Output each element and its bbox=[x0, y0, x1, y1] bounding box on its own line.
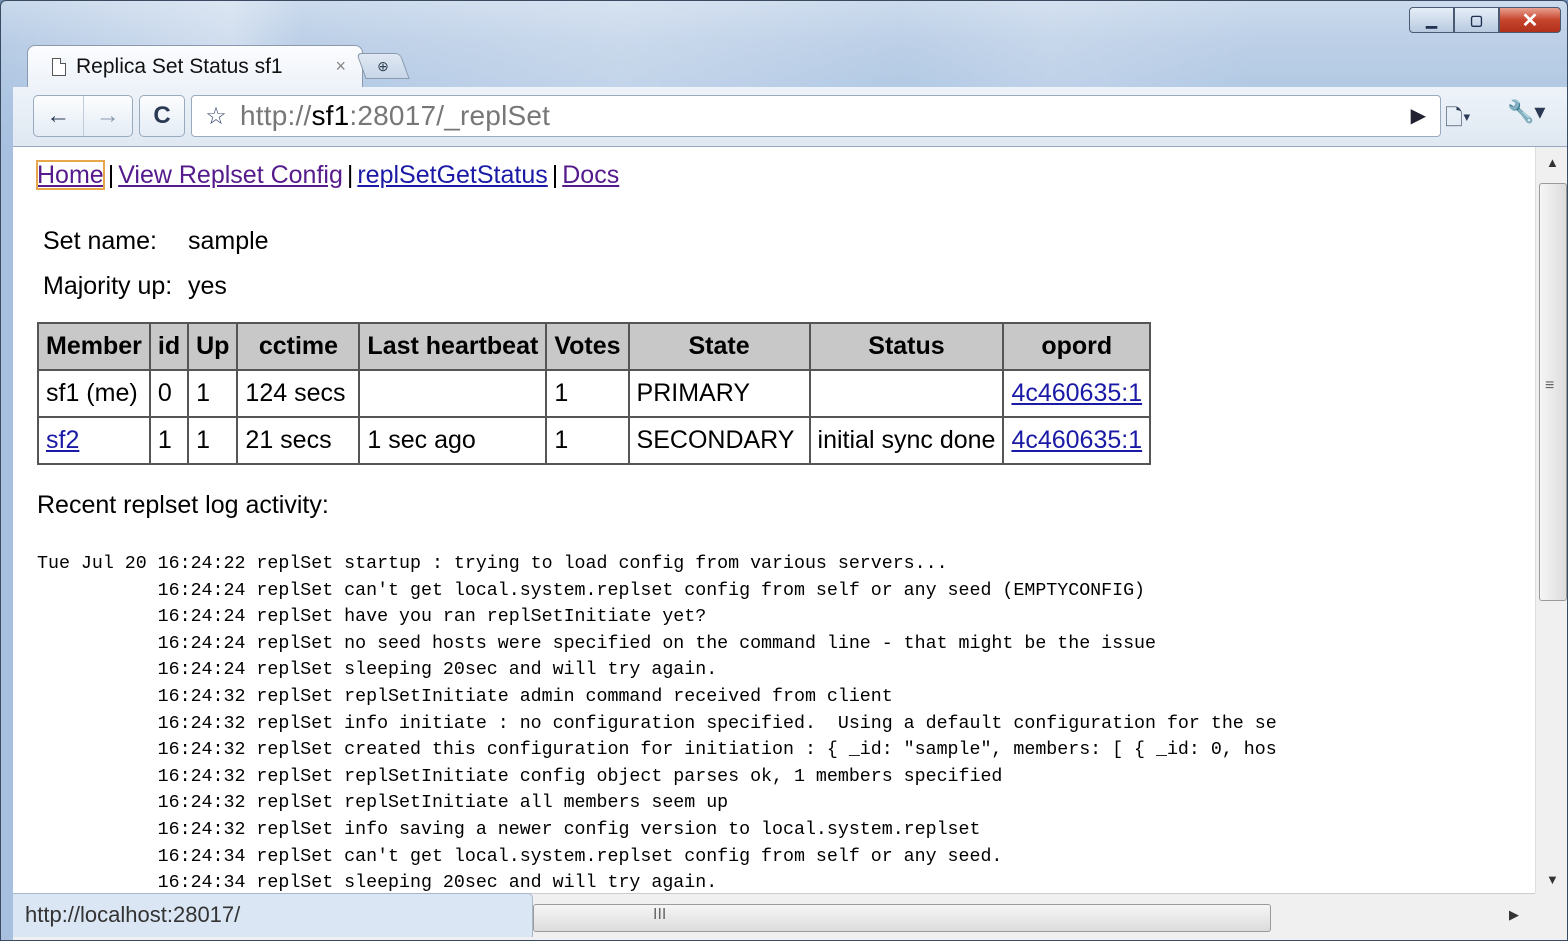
log-line: 16:24:32 replSet info initiate : no conf… bbox=[37, 713, 1277, 734]
cctime-cell: 124 secs bbox=[236, 369, 361, 418]
table-row: sf2 1 1 21 secs 1 sec ago 1 SECONDARY in… bbox=[37, 416, 1152, 465]
log-line: 16:24:32 replSet info saving a newer con… bbox=[37, 819, 981, 840]
table-row: sf1 (me) 0 1 124 secs 1 PRIMARY 4c460635… bbox=[37, 369, 1152, 418]
log-output: Tue Jul 20 16:24:22 replSet startup : tr… bbox=[37, 551, 1277, 893]
maximize-button[interactable]: ▢ bbox=[1454, 7, 1499, 33]
reload-icon[interactable]: C bbox=[139, 95, 185, 137]
vertical-scrollbar[interactable]: ▲ ≡ ▼ bbox=[1535, 147, 1567, 893]
nav-separator: | bbox=[551, 161, 559, 189]
state-cell: PRIMARY bbox=[627, 369, 811, 418]
scroll-right-icon[interactable]: ▶ bbox=[1509, 907, 1519, 923]
votes-cell: 1 bbox=[545, 369, 630, 418]
log-line: 16:24:32 replSet created this configurat… bbox=[37, 740, 1277, 761]
member-link[interactable]: sf2 bbox=[46, 426, 79, 454]
status-bubble: http://localhost:28017/ bbox=[13, 893, 533, 937]
status-cell bbox=[808, 369, 1005, 418]
col-header: Up bbox=[187, 322, 239, 371]
log-line: 16:24:32 replSet replSetInitiate config … bbox=[37, 766, 1003, 787]
col-header: Votes bbox=[545, 322, 630, 371]
page-content: Home | View Replset Config | replSetGetStatu… bbox=[13, 147, 1535, 893]
id-cell: 0 bbox=[148, 369, 190, 418]
heartbeat-cell: 1 sec ago bbox=[358, 416, 548, 465]
history-nav: ← → bbox=[33, 95, 133, 137]
minimize-button[interactable]: ▁ bbox=[1409, 7, 1454, 33]
id-cell: 1 bbox=[148, 416, 190, 465]
col-header: Status bbox=[808, 322, 1005, 371]
col-header: id bbox=[148, 322, 190, 371]
majority-label: Majority up: bbox=[43, 272, 173, 300]
view-config-link[interactable]: View Replset Config bbox=[118, 161, 343, 189]
log-line: 16:24:24 replSet have you ran replSetIni… bbox=[37, 607, 707, 628]
horizontal-scroll-thumb[interactable] bbox=[533, 904, 1271, 932]
log-line: Tue Jul 20 16:24:22 replSet startup : tr… bbox=[37, 554, 948, 574]
heartbeat-cell bbox=[358, 369, 548, 418]
votes-cell: 1 bbox=[545, 416, 630, 465]
url-path: :28017/_replSet bbox=[349, 100, 551, 131]
bookmark-star-icon[interactable]: ☆ bbox=[192, 102, 240, 131]
cctime-cell: 21 secs bbox=[236, 416, 361, 465]
url-host: sf1 bbox=[311, 100, 350, 131]
scroll-up-icon[interactable]: ▲ bbox=[1546, 155, 1559, 170]
repl-get-status-link[interactable]: replSetGetStatus bbox=[357, 161, 547, 189]
set-name-row: Set name: sample bbox=[43, 227, 269, 256]
opord-link[interactable]: 4c460635:1 bbox=[1011, 426, 1142, 454]
table-header-row: Member id Up cctime Last heartbeat Votes… bbox=[37, 322, 1152, 371]
opord-cell: 4c460635:1 bbox=[1002, 369, 1152, 418]
address-bar[interactable]: ☆ http://sf1:28017/_replSet ▶ bbox=[191, 95, 1441, 137]
opord-cell: 4c460635:1 bbox=[1002, 416, 1152, 465]
browser-window: ▁ ▢ ✕ Replica Set Status sf1 × ⊕ ← → C ☆… bbox=[0, 0, 1568, 941]
tab-close-icon[interactable]: × bbox=[335, 56, 346, 77]
home-link[interactable]: Home bbox=[36, 160, 105, 190]
state-cell: SECONDARY bbox=[627, 416, 811, 465]
log-line: 16:24:34 replSet sleeping 20sec and will… bbox=[37, 873, 718, 893]
opord-link[interactable]: 4c460635:1 bbox=[1011, 379, 1142, 407]
tab-title: Replica Set Status sf1 bbox=[76, 54, 283, 78]
set-name-label: Set name: bbox=[43, 227, 157, 255]
col-header: opord bbox=[1002, 322, 1152, 371]
window-controls: ▁ ▢ ✕ bbox=[1409, 7, 1561, 33]
docs-link[interactable]: Docs bbox=[562, 161, 619, 189]
wrench-menu-icon[interactable]: 🔧▾ bbox=[1507, 99, 1545, 125]
log-line: 16:24:24 replSet sleeping 20sec and will… bbox=[37, 660, 718, 681]
col-header: Last heartbeat bbox=[358, 322, 548, 371]
page-icon bbox=[52, 57, 66, 76]
page-nav: Home | View Replset Config | replSetGetStatu… bbox=[36, 160, 619, 190]
member-cell: sf2 bbox=[37, 416, 151, 465]
browser-toolbar: ← → C ☆ http://sf1:28017/_replSet ▶ 🗋▾ 🔧… bbox=[13, 87, 1567, 147]
horizontal-grip-icon: III bbox=[653, 906, 667, 923]
set-name-value: sample bbox=[188, 227, 269, 255]
col-header: cctime bbox=[236, 322, 361, 371]
col-header: Member bbox=[37, 322, 151, 371]
log-line: 16:24:24 replSet can't get local.system.… bbox=[37, 580, 1146, 601]
browser-tab[interactable]: Replica Set Status sf1 × bbox=[27, 45, 363, 87]
log-line: 16:24:24 replSet no seed hosts were spec… bbox=[37, 633, 1156, 654]
close-button[interactable]: ✕ bbox=[1499, 7, 1561, 33]
vertical-grip-icon: ≡ bbox=[1545, 377, 1555, 394]
majority-row: Majority up: yes bbox=[43, 272, 227, 301]
go-arrow-icon[interactable]: ▶ bbox=[1411, 103, 1426, 128]
back-arrow-icon[interactable]: ← bbox=[34, 96, 83, 136]
nav-separator: | bbox=[107, 161, 115, 189]
members-table: Member id Up cctime Last heartbeat Votes… bbox=[37, 322, 1152, 465]
log-line: 16:24:32 replSet replSetInitiate admin c… bbox=[37, 686, 893, 707]
url-scheme: http:// bbox=[240, 100, 312, 131]
col-header: State bbox=[627, 322, 811, 371]
member-cell: sf1 (me) bbox=[37, 369, 151, 418]
new-tab-button[interactable]: ⊕ bbox=[356, 53, 410, 79]
page-menu-icon[interactable]: 🗋▾ bbox=[1445, 101, 1471, 139]
up-cell: 1 bbox=[187, 369, 239, 418]
majority-value: yes bbox=[188, 272, 227, 300]
log-title: Recent replset log activity: bbox=[37, 491, 329, 519]
log-line: 16:24:32 replSet replSetInitiate all mem… bbox=[37, 793, 729, 814]
up-cell: 1 bbox=[187, 416, 239, 465]
log-line: 16:24:34 replSet can't get local.system.… bbox=[37, 846, 1003, 867]
plus-icon: ⊕ bbox=[377, 57, 389, 74]
scrollbar-corner bbox=[1535, 893, 1567, 940]
nav-separator: | bbox=[346, 161, 354, 189]
url-text[interactable]: http://sf1:28017/_replSet bbox=[240, 100, 550, 132]
scroll-down-icon[interactable]: ▼ bbox=[1546, 872, 1559, 887]
forward-arrow-icon[interactable]: → bbox=[82, 96, 133, 136]
status-cell: initial sync done bbox=[808, 416, 1005, 465]
